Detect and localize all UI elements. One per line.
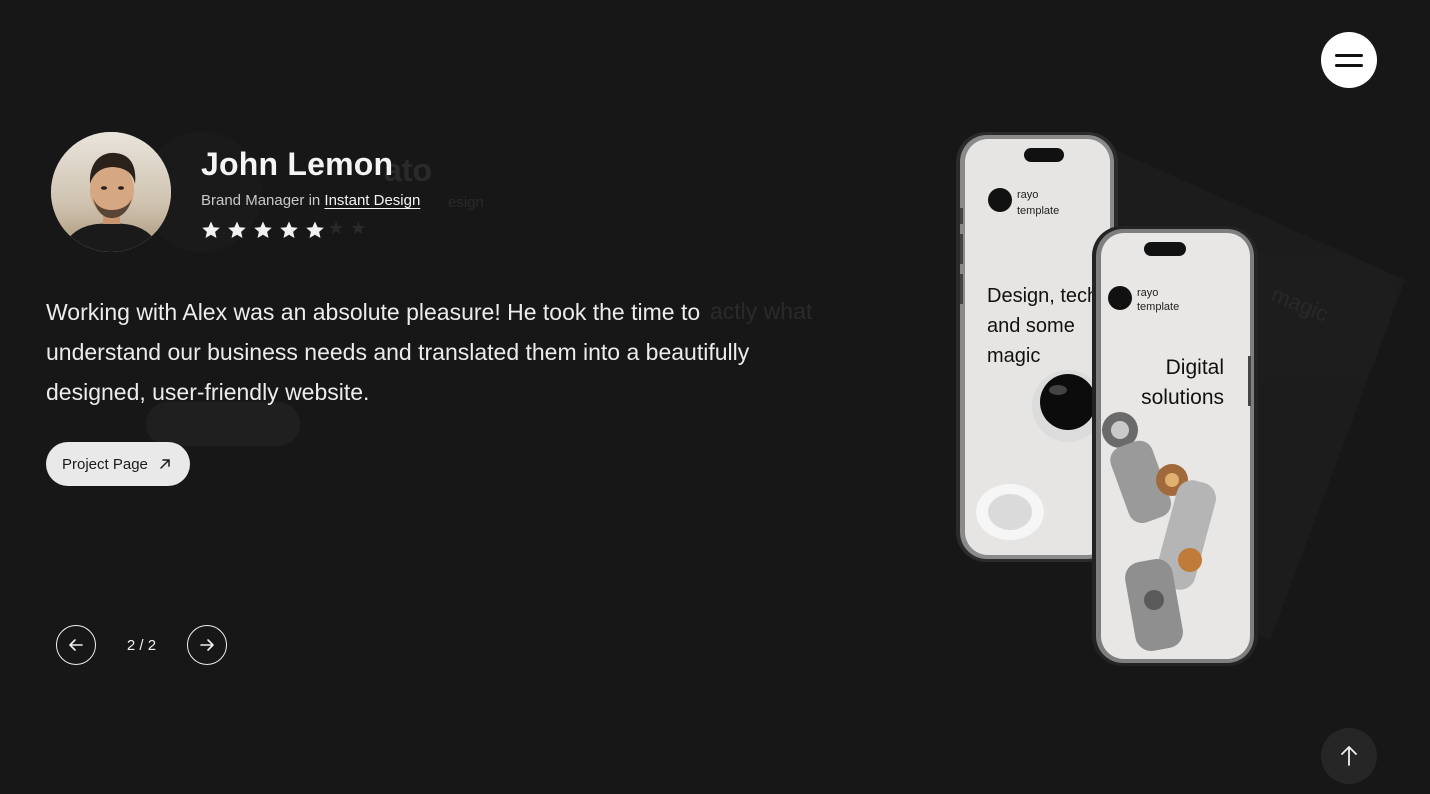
slider-navigation: 2 / 2 xyxy=(56,625,227,665)
company-link[interactable]: Instant Design xyxy=(324,192,420,209)
front-headline-1: Digital xyxy=(1166,356,1224,379)
star-icon xyxy=(280,221,298,238)
back-brand-line-2: template xyxy=(1017,205,1059,217)
phone-mockup-image: magic rayo template Design, tech and som… xyxy=(940,120,1410,680)
front-phone: rayo template Digital solutions xyxy=(1092,226,1258,666)
ghost-stars: ★★ xyxy=(328,218,373,238)
role-prefix: Brand Manager in xyxy=(201,192,321,209)
arrow-right-icon xyxy=(200,639,214,651)
arrow-left-icon xyxy=(69,639,83,651)
front-headline-2: solutions xyxy=(1141,386,1224,409)
back-headline-2: and some xyxy=(987,315,1075,337)
back-brand-line-1: rayo xyxy=(1017,189,1038,201)
back-headline-3: magic xyxy=(987,345,1040,367)
star-icon xyxy=(254,221,272,238)
front-brand-line-1: rayo xyxy=(1137,287,1158,299)
prev-slide-button[interactable] xyxy=(56,625,96,665)
back-headline-1: Design, tech xyxy=(987,285,1098,307)
star-icon xyxy=(202,221,220,238)
avatar xyxy=(51,132,171,252)
scroll-to-top-button[interactable] xyxy=(1321,728,1377,784)
project-page-label: Project Page xyxy=(62,455,148,473)
star-icon xyxy=(306,221,324,238)
reviewer-role: Brand Manager in Instant Design xyxy=(201,192,420,209)
reviewer-name: John Lemon xyxy=(201,146,394,182)
testimonial-quote: Working with Alex was an absolute pleasu… xyxy=(46,299,750,405)
arrow-up-right-icon xyxy=(160,459,170,469)
front-brand-line-2: template xyxy=(1137,301,1179,313)
next-slide-button[interactable] xyxy=(187,625,227,665)
project-page-button[interactable]: Project Page xyxy=(46,442,190,486)
ghost-role: esign xyxy=(448,194,484,211)
hamburger-menu-icon xyxy=(1335,53,1363,57)
menu-button[interactable] xyxy=(1321,32,1377,88)
slide-counter: 2 / 2 xyxy=(126,636,157,654)
rating-stars xyxy=(201,220,325,240)
arrow-up-icon xyxy=(1341,746,1357,766)
star-icon xyxy=(228,221,246,238)
